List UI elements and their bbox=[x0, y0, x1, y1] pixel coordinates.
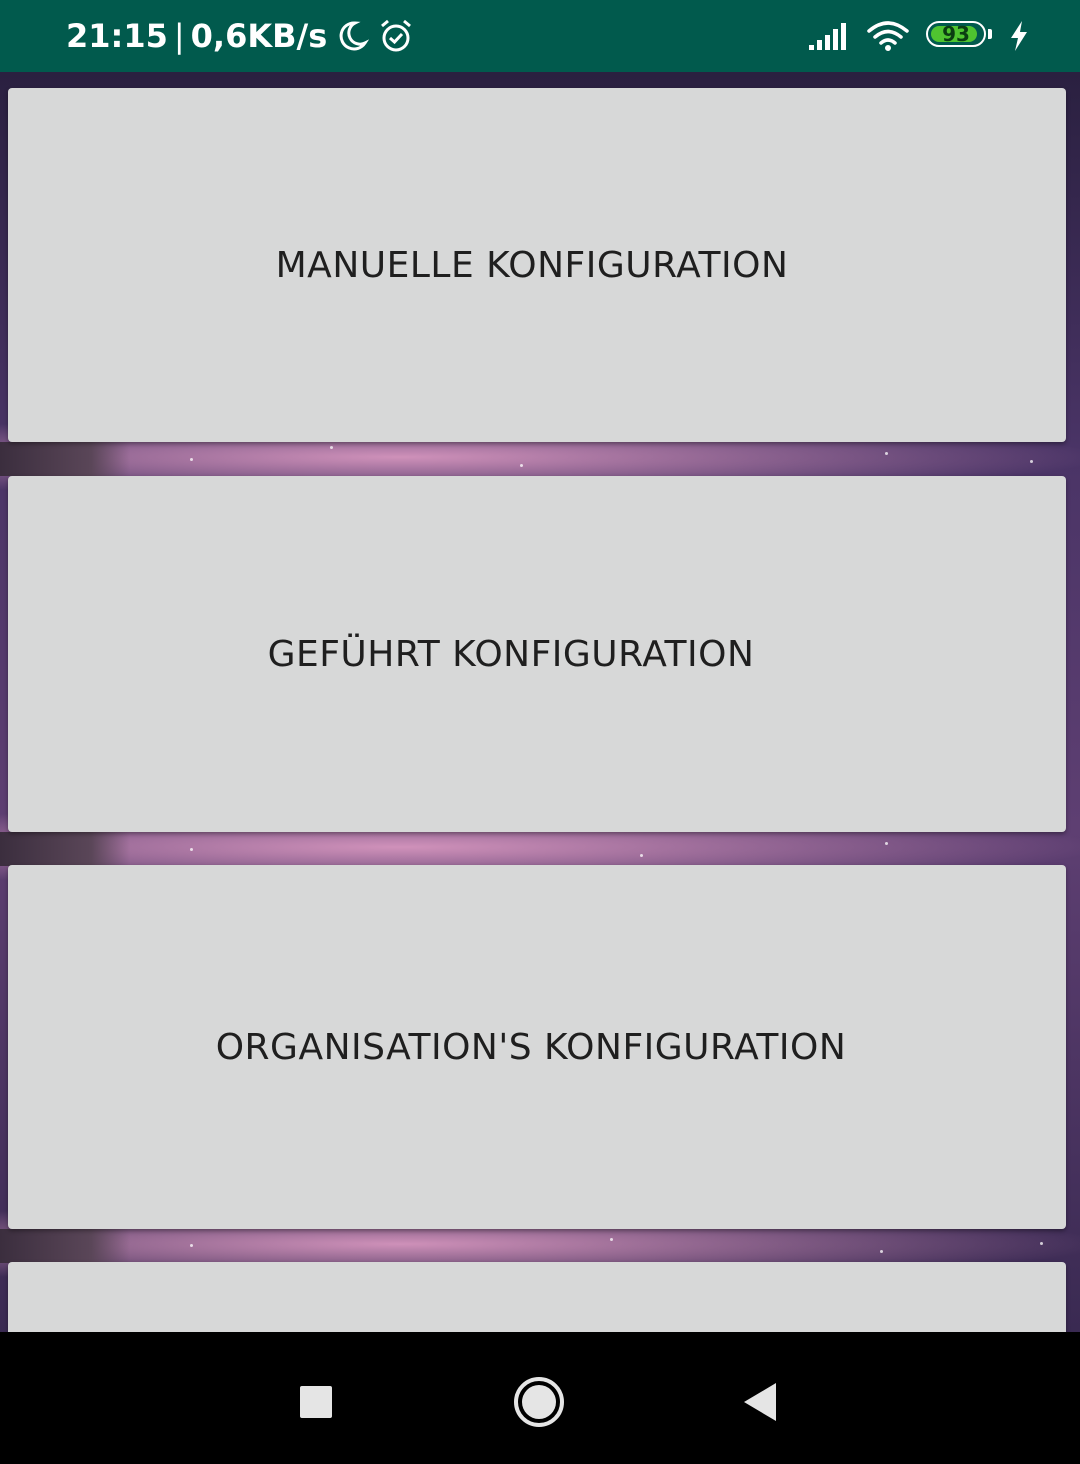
card-label: GEFÜHRT KONFIGURATION bbox=[267, 633, 755, 675]
network-speed: 0,6KB/s bbox=[190, 17, 328, 55]
clock: 21:15 bbox=[66, 17, 168, 55]
wallpaper-background: MANUELLE KONFIGURATION GEFÜHRT KONFIGURA… bbox=[0, 72, 1080, 1332]
battery-level: 93 bbox=[942, 22, 970, 46]
home-button[interactable] bbox=[509, 1372, 569, 1432]
alarm-icon bbox=[381, 19, 412, 52]
wallpaper-star bbox=[640, 854, 643, 857]
back-button[interactable] bbox=[730, 1372, 790, 1432]
wallpaper-star bbox=[1040, 1242, 1043, 1245]
wallpaper-star bbox=[880, 1250, 883, 1253]
wifi-icon bbox=[867, 21, 909, 51]
wallpaper-star bbox=[885, 842, 888, 845]
manual-configuration-button[interactable]: MANUELLE KONFIGURATION bbox=[8, 88, 1066, 442]
wallpaper-rock bbox=[0, 832, 130, 866]
card-label: ORGANISATION'S KONFIGURATION bbox=[215, 1026, 847, 1068]
navigation-bar bbox=[0, 1332, 1080, 1464]
battery-icon: 93 bbox=[926, 21, 992, 51]
home-icon bbox=[514, 1377, 564, 1427]
guided-configuration-button[interactable]: GEFÜHRT KONFIGURATION bbox=[8, 476, 1066, 832]
battery-nub bbox=[988, 29, 992, 39]
wallpaper-star bbox=[1030, 460, 1033, 463]
status-right-group: 93 bbox=[808, 0, 1030, 72]
back-icon bbox=[744, 1383, 776, 1421]
organisation-configuration-button[interactable]: ORGANISATION'S KONFIGURATION bbox=[8, 865, 1066, 1229]
card-label: MANUELLE KONFIGURATION bbox=[275, 244, 789, 286]
moon-icon bbox=[339, 21, 370, 51]
wallpaper-star bbox=[610, 1238, 613, 1241]
wallpaper-rock bbox=[0, 1229, 130, 1263]
status-bar: 21:15 | 0,6KB/s 93 bbox=[0, 0, 1080, 72]
signal-icon bbox=[809, 23, 846, 50]
wallpaper-star bbox=[190, 458, 193, 461]
recent-apps-button[interactable] bbox=[286, 1372, 346, 1432]
status-separator: | bbox=[173, 17, 185, 55]
wallpaper-star bbox=[885, 452, 888, 455]
partially-visible-option-button[interactable] bbox=[8, 1262, 1066, 1332]
phone-screen: 21:15 | 0,6KB/s 93 MANUELLE KONFIGURATIO… bbox=[0, 0, 1080, 1464]
wallpaper-star bbox=[190, 1244, 193, 1247]
wallpaper-star bbox=[520, 464, 523, 467]
status-left-group: 21:15 | 0,6KB/s bbox=[66, 0, 415, 72]
wallpaper-rock bbox=[0, 442, 130, 476]
wallpaper-star bbox=[190, 848, 193, 851]
recent-apps-icon bbox=[300, 1386, 332, 1418]
wallpaper-star bbox=[330, 446, 333, 449]
charging-bolt-icon bbox=[1011, 21, 1027, 51]
